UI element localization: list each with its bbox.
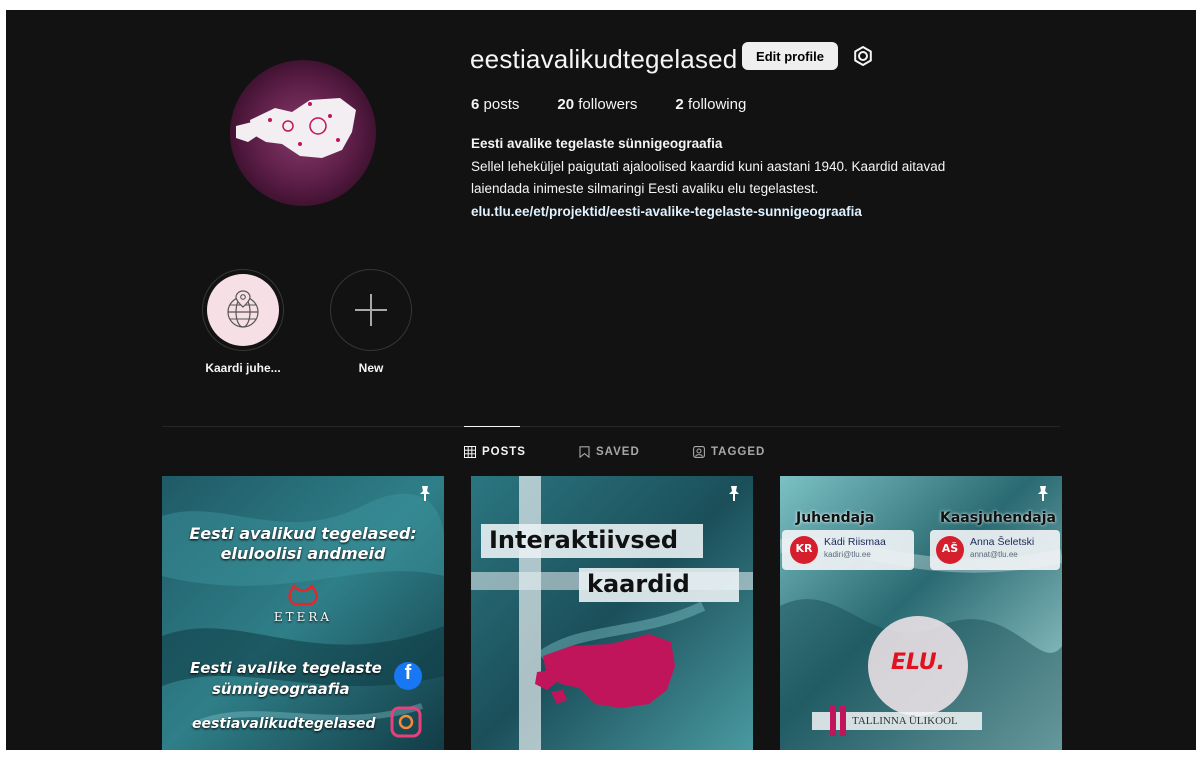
post-title: Eesti avalikud tegelased: bbox=[189, 524, 417, 543]
bio-text-line: laiendada inimeste silmaringi Eesti aval… bbox=[471, 181, 819, 196]
gear-icon[interactable] bbox=[852, 45, 874, 67]
bio-name: Eesti avalike tegelaste sünnigeograafia bbox=[471, 136, 723, 151]
post-title: Interaktiivsed bbox=[489, 526, 679, 554]
grid-icon bbox=[464, 446, 476, 458]
profile-username: eestiavalikudtegelased bbox=[470, 44, 738, 74]
co-supervisor-name: Anna Šeletski bbox=[970, 536, 1035, 548]
facebook-icon: f bbox=[404, 662, 412, 684]
post-tile[interactable]: Interaktiivsed kaardid bbox=[471, 476, 753, 750]
university-name: TALLINNA ÜLIKOOL bbox=[852, 715, 958, 727]
posts-stat: 6 posts bbox=[471, 96, 519, 113]
profile-avatar[interactable] bbox=[230, 60, 376, 206]
co-supervisor-heading: Kaasjuhendaja bbox=[940, 510, 1056, 526]
globe-pin-icon bbox=[227, 290, 259, 328]
posts-count: 6 bbox=[471, 96, 480, 113]
tagged-user-icon bbox=[693, 446, 705, 458]
post-tile[interactable]: Eesti avalikud tegelased: eluloolisi and… bbox=[162, 476, 444, 750]
supervisor-heading: Juhendaja bbox=[796, 510, 875, 526]
new-highlight-button[interactable] bbox=[330, 269, 412, 351]
active-tab-indicator bbox=[464, 426, 520, 427]
supervisor-initials: KR bbox=[795, 542, 813, 555]
edit-profile-button[interactable]: Edit profile bbox=[742, 42, 838, 70]
tab-tagged[interactable]: TAGGED bbox=[693, 446, 765, 458]
tab-saved[interactable]: SAVED bbox=[579, 446, 640, 458]
tab-label: POSTS bbox=[482, 446, 526, 458]
highlight-label: New bbox=[358, 361, 384, 375]
post-background bbox=[471, 476, 753, 750]
following-count: 2 bbox=[675, 96, 684, 113]
followers-stat[interactable]: 20 followers bbox=[557, 96, 637, 113]
profile-stats: 6 posts 20 followers 2 following bbox=[471, 96, 746, 113]
highlight-kaardi-juhend[interactable] bbox=[202, 269, 284, 351]
highlight-label: Kaardi juhe... bbox=[205, 361, 281, 375]
following-label: following bbox=[687, 96, 747, 113]
tabs-divider bbox=[162, 426, 1060, 427]
post-text: Eesti avalike tegelaste bbox=[190, 659, 382, 677]
followers-count: 20 bbox=[557, 96, 575, 113]
co-supervisor-email: annat@tlu.ee bbox=[970, 550, 1018, 559]
pin-icon bbox=[1038, 486, 1048, 501]
etera-logo-text: ETERA bbox=[273, 610, 333, 624]
post-subtitle: eluloolisi andmeid bbox=[220, 544, 386, 563]
post-tile[interactable]: Juhendaja Kaasjuhendaja KR AŠ Kädi Riism… bbox=[780, 476, 1062, 750]
pin-icon bbox=[420, 486, 430, 501]
elu-badge: ELU. bbox=[890, 650, 946, 675]
tab-label: TAGGED bbox=[711, 446, 766, 458]
supervisor-email: kadiri@tlu.ee bbox=[824, 550, 871, 559]
supervisor-name: Kädi Riismaa bbox=[824, 536, 886, 548]
post-subtitle: kaardid bbox=[587, 570, 690, 598]
following-stat[interactable]: 2 following bbox=[675, 96, 746, 113]
post-handle: eestiavalikudtegelased bbox=[192, 716, 376, 732]
bio-link[interactable]: elu.tlu.ee/et/projektid/eesti-avalike-te… bbox=[471, 204, 862, 219]
pin-icon bbox=[729, 486, 739, 501]
co-supervisor-initials: AŠ bbox=[941, 542, 959, 555]
tab-label: SAVED bbox=[596, 446, 640, 458]
tab-posts[interactable]: POSTS bbox=[464, 446, 526, 458]
post-text: sünnigeograafia bbox=[212, 680, 350, 698]
posts-label: posts bbox=[483, 96, 520, 113]
bio-text-line: Sellel leheküljel paigutati ajaloolised … bbox=[471, 159, 946, 174]
plus-icon bbox=[355, 294, 387, 326]
highlight-cover bbox=[207, 274, 279, 346]
profile-page: eestiavalikudtegelased Edit profile 6 po… bbox=[6, 10, 1196, 750]
followers-label: followers bbox=[578, 96, 638, 113]
bookmark-icon bbox=[579, 446, 590, 458]
